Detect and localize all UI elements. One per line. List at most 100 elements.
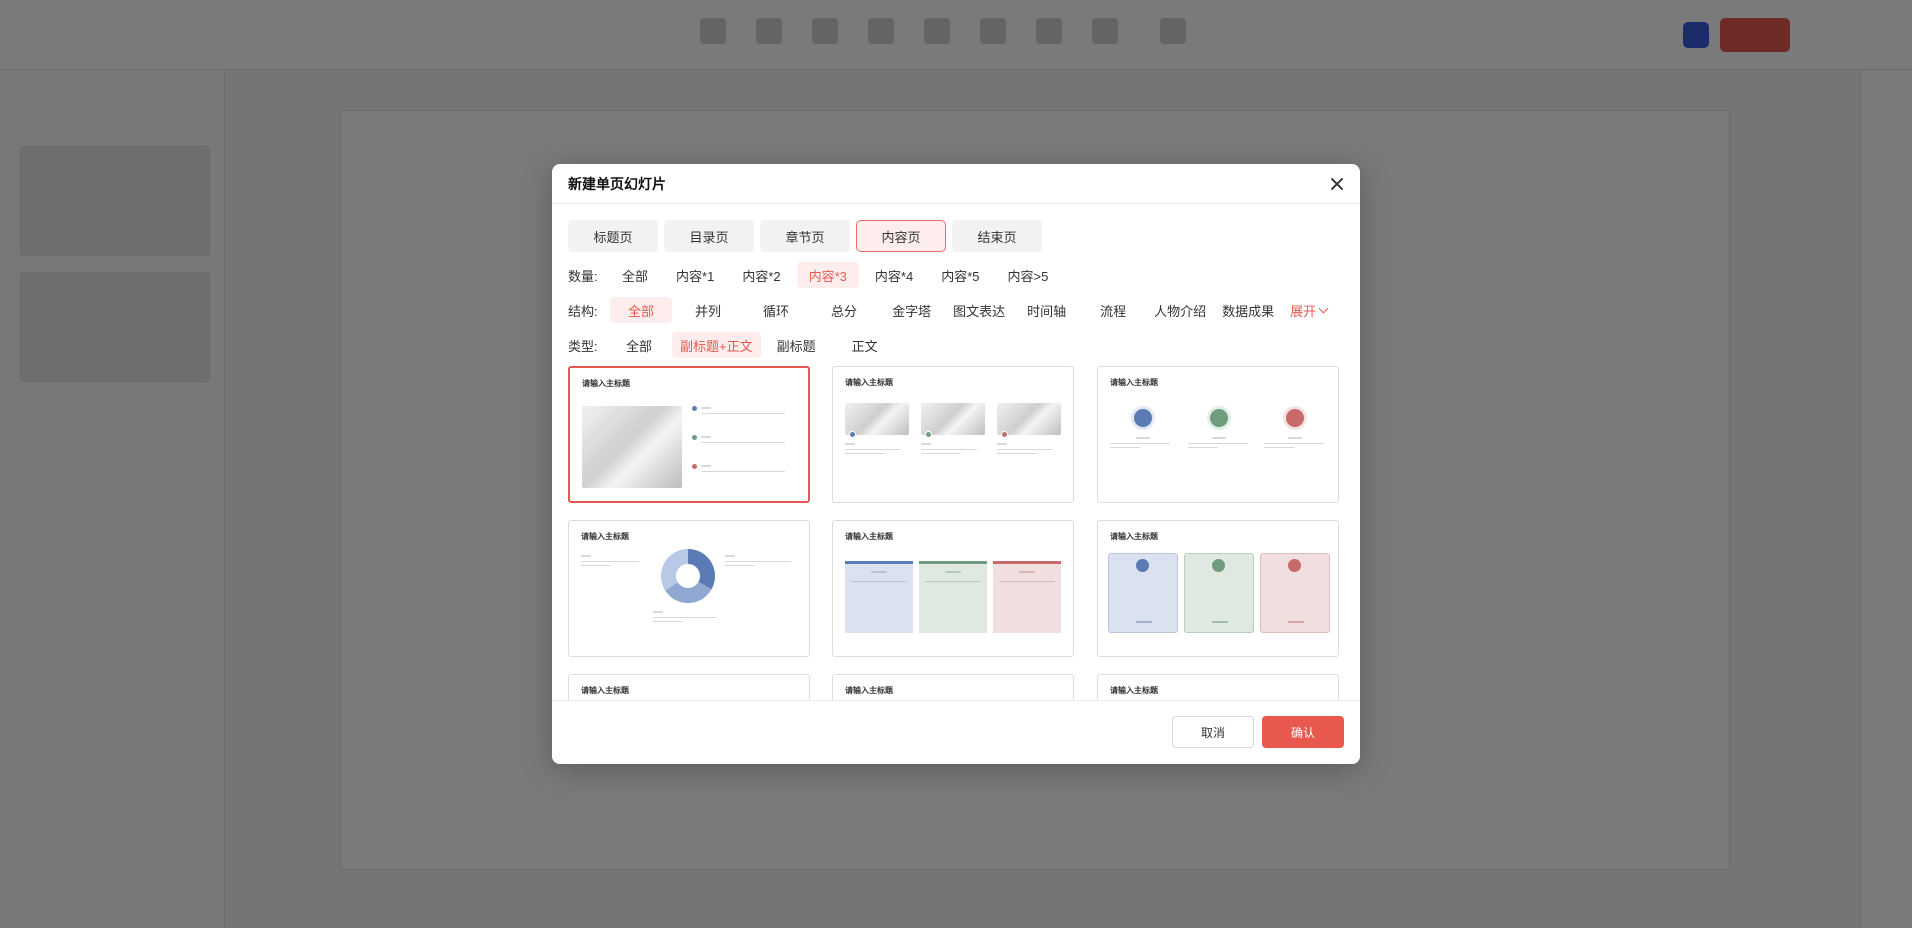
text-line [1110, 447, 1140, 448]
structure-option[interactable]: 并列 [676, 297, 740, 323]
structure-option[interactable]: 图文表达 [947, 297, 1011, 323]
template-title: 请输入主标题 [581, 532, 629, 541]
count-option[interactable]: 内容*3 [796, 262, 859, 288]
text-line [851, 581, 907, 582]
image-placeholder [845, 403, 909, 435]
count-option[interactable]: 内容*4 [863, 262, 925, 288]
text-line [997, 453, 1037, 454]
template-card[interactable]: 请输入主标题 [1097, 366, 1339, 503]
text-line [1188, 443, 1248, 444]
template-title: 请输入主标题 [845, 686, 893, 695]
structure-option[interactable]: 金字塔 [880, 297, 943, 323]
structure-filter: 结构: 全部 并列 循环 总分 金字塔 图文表达 时间轴 流程 人物介绍 数据成… [568, 297, 1329, 323]
template-card[interactable]: 请输入主标题 [1097, 674, 1339, 700]
circle-icon [1136, 559, 1149, 572]
template-card[interactable]: 请输入主标题 [1097, 520, 1339, 657]
type-option[interactable]: 副标题+正文 [672, 332, 761, 358]
template-title: 请输入主标题 [581, 686, 629, 695]
structure-option[interactable]: 总分 [812, 297, 876, 323]
count-option[interactable]: 内容*5 [929, 262, 991, 288]
structure-option[interactable]: 流程 [1082, 297, 1144, 323]
text-line [1188, 447, 1218, 448]
template-card[interactable]: 请输入主标题 [568, 366, 810, 503]
text-line [1019, 571, 1035, 573]
template-title: 请输入主标题 [582, 379, 630, 388]
text-line [1264, 447, 1294, 448]
text-line [921, 443, 931, 445]
template-card[interactable]: 请输入主标题 [568, 674, 810, 700]
bullet-icon [692, 435, 697, 440]
template-card[interactable]: 请输入主标题 [832, 366, 1074, 503]
text-line [925, 581, 981, 582]
circle-icon [1288, 559, 1301, 572]
bullet-icon [849, 431, 856, 438]
chevron-down-icon [1318, 303, 1329, 313]
structure-option[interactable]: 数据成果 [1216, 297, 1280, 323]
image-placeholder [997, 403, 1061, 435]
type-filter-label: 类型: [568, 338, 598, 354]
count-option[interactable]: 全部 [610, 262, 660, 288]
text-line [1288, 437, 1302, 439]
template-card[interactable]: 请输入主标题 [832, 520, 1074, 657]
text-line [725, 565, 755, 566]
template-title: 请输入主标题 [845, 532, 893, 541]
tab-section-page[interactable]: 章节页 [760, 220, 850, 252]
bullet-icon [925, 431, 932, 438]
structure-option[interactable]: 人物介绍 [1148, 297, 1212, 323]
cancel-button[interactable]: 取消 [1172, 716, 1254, 748]
tab-end-page[interactable]: 结束页 [952, 220, 1042, 252]
text-line [653, 621, 683, 622]
text-line [701, 413, 785, 414]
text-line [1212, 437, 1226, 439]
image-placeholder [921, 403, 985, 435]
tab-title-page[interactable]: 标题页 [568, 220, 658, 252]
expand-label: 展开 [1290, 303, 1317, 319]
structure-option[interactable]: 全部 [610, 297, 673, 323]
text-line [945, 571, 961, 573]
text-line [1136, 621, 1152, 623]
count-filter: 数量: 全部 内容*1 内容*2 内容*3 内容*4 内容*5 内容>5 [568, 262, 1064, 288]
type-option[interactable]: 正文 [832, 332, 898, 358]
text-line [1264, 443, 1324, 444]
count-option[interactable]: 内容>5 [996, 262, 1061, 288]
structure-option[interactable]: 时间轴 [1015, 297, 1078, 323]
text-line [845, 449, 901, 450]
type-option[interactable]: 副标题 [765, 332, 828, 358]
ring-hole [676, 564, 700, 588]
template-card[interactable]: 请输入主标题 [568, 520, 810, 657]
template-title: 请输入主标题 [1110, 686, 1158, 695]
text-line [701, 471, 785, 472]
circle-icon [1210, 409, 1228, 427]
type-option[interactable]: 全部 [610, 332, 668, 358]
text-line [1288, 621, 1304, 623]
dialog-header: 新建单页幻灯片 [552, 164, 1360, 204]
bullet-icon [1001, 431, 1008, 438]
text-line [701, 407, 711, 409]
cycle-ring-icon [661, 549, 715, 603]
text-line [999, 581, 1055, 582]
tab-toc-page[interactable]: 目录页 [664, 220, 754, 252]
close-icon[interactable] [1328, 175, 1346, 193]
confirm-button[interactable]: 确认 [1262, 716, 1344, 748]
template-grid: 请输入主标题 请输入主标题 请输入主标题 请输入主标题 请输入主标题 请输入主标… [568, 366, 1344, 700]
count-filter-label: 数量: [568, 268, 598, 284]
dialog-footer: 取消 确认 [552, 700, 1360, 764]
tab-content-page[interactable]: 内容页 [856, 220, 946, 252]
text-line [871, 571, 887, 573]
text-line [701, 436, 711, 438]
text-line [997, 443, 1007, 445]
text-line [581, 555, 591, 557]
text-line [581, 565, 611, 566]
structure-option[interactable]: 循环 [744, 297, 808, 323]
text-line [725, 561, 791, 562]
text-line [653, 611, 663, 613]
text-line [1110, 443, 1170, 444]
template-card[interactable]: 请输入主标题 [832, 674, 1074, 700]
text-line [921, 453, 961, 454]
count-option[interactable]: 内容*2 [730, 262, 792, 288]
count-option[interactable]: 内容*1 [664, 262, 726, 288]
circle-icon [1286, 409, 1304, 427]
text-line [921, 449, 977, 450]
template-title: 请输入主标题 [1110, 532, 1158, 541]
expand-button[interactable]: 展开 [1290, 301, 1329, 320]
